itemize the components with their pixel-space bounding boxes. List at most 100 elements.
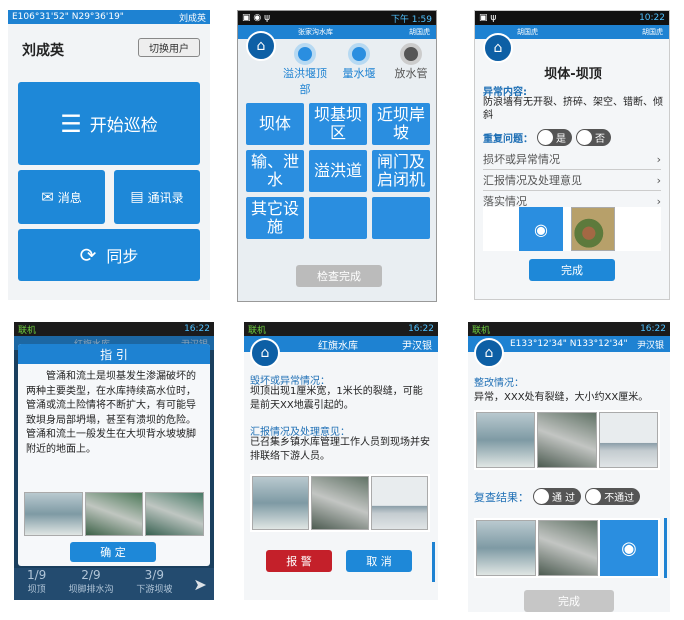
status-time: 16:22 <box>184 324 210 334</box>
photo-thumbnail[interactable] <box>145 492 205 536</box>
report-text: 已召集乡镇水库管理工作人员到现场并安排联络下游人员。 <box>250 437 430 462</box>
weir-icon <box>348 43 370 65</box>
cancel-button[interactable]: 取 消 <box>346 550 412 572</box>
status-connection: 联机 <box>472 325 491 336</box>
camera-icon: ◉ <box>621 537 637 559</box>
tab-outlet-pipe[interactable]: 放水管 <box>386 43 436 81</box>
nav-item-crest[interactable]: 1/9 坝顶 <box>14 568 59 600</box>
home-button[interactable]: ⌂ <box>250 338 280 368</box>
photo-thumbnail[interactable] <box>537 412 597 468</box>
tile-empty[interactable] <box>372 197 430 239</box>
camera-button[interactable]: ◉ <box>519 207 563 251</box>
chevron-right-icon: › <box>656 173 661 187</box>
no-toggle[interactable]: 否 <box>576 129 611 146</box>
photo-thumbnail[interactable] <box>24 492 83 536</box>
messages-label: 消息 <box>57 190 82 205</box>
dialog-text: 管涌和流土是坝基发生渗漏破坏的两种主要类型，在水库持续高水位时，管涌或流土险情将… <box>26 371 196 455</box>
home-button[interactable]: ⌂ <box>483 33 513 63</box>
tile-near-bank[interactable]: 近坝岸坡 <box>372 103 430 145</box>
start-inspection-button[interactable]: ☰ 开始巡检 <box>18 82 200 165</box>
fail-label: 不通过 <box>604 493 635 504</box>
row-damage[interactable]: 损坏或异常情况 › <box>483 149 661 170</box>
user-label: 尹汉银 <box>636 340 664 351</box>
confirm-button[interactable]: 确 定 <box>70 542 156 562</box>
user-label: 胡国虎 <box>409 28 430 36</box>
photo-thumbnail[interactable] <box>598 412 658 468</box>
nav-num: 2/9 <box>81 568 101 582</box>
row-label: 汇报情况及处理意见 <box>483 174 582 187</box>
panel-login-home: E106°31'52" N29°36'19" 刘成英 刘成英 切换用户 ☰ 开始巡检… <box>8 10 210 300</box>
tab-weir[interactable]: 量水堰 <box>334 43 384 81</box>
photo-thumbnail[interactable] <box>476 412 536 468</box>
panel-inspection-menu: ▣ ◉ ψ 下午 1:59 张家沟水库 胡国虎 ⌂ 溢洪堰顶部 量水堰 放水管 坝体… <box>237 10 437 302</box>
photo-thumbnail[interactable] <box>252 476 310 530</box>
app-title: 红旗水库 <box>318 340 358 352</box>
tab-label: 溢洪堰顶部 <box>283 67 327 96</box>
fail-toggle[interactable]: 不通过 <box>585 488 641 505</box>
camera-button[interactable]: ◉ <box>600 520 658 576</box>
alarm-button[interactable]: 报 警 <box>266 550 332 572</box>
done-button[interactable]: 完成 <box>529 259 615 281</box>
tile-spillway[interactable]: 溢洪道 <box>309 150 367 192</box>
yes-toggle[interactable]: 是 <box>537 129 572 146</box>
tile-empty[interactable] <box>309 197 367 239</box>
detail-rows: 损坏或异常情况 › 汇报情况及处理意见 › 落实情况 › <box>483 149 661 212</box>
abnormal-text: 防浪墙有无开裂、挤碎、架空、错断、倾斜 <box>483 97 663 121</box>
photo-thumbnail[interactable] <box>571 207 615 251</box>
tile-dam-body[interactable]: 坝体 <box>246 103 304 145</box>
photo-thumbnail[interactable] <box>476 520 536 576</box>
status-connection: 联机 <box>18 325 37 336</box>
tile-dam-foundation[interactable]: 坝基坝区 <box>309 103 367 145</box>
tile-gate[interactable]: 闸门及启闭机 <box>372 150 430 192</box>
switch-user-button[interactable]: 切换用户 <box>138 38 200 57</box>
recheck-result: 复查结果： 通 过 不通过 <box>474 488 641 505</box>
scrollbar[interactable] <box>432 542 435 582</box>
toggle-knob <box>538 130 553 145</box>
nav-item-slope[interactable]: 3/9 下游坝坡 <box>123 568 186 600</box>
nav-item-drain[interactable]: 2/9 坝脚排水沟 <box>59 568 122 600</box>
home-icon: ⌂ <box>484 345 494 361</box>
nav-num: 3/9 <box>144 568 164 582</box>
photo-thumbnail[interactable] <box>538 520 598 576</box>
panel-alarm-report: 联机 16:22 红旗水库 尹汉银 ⌂ 毁坏或异常情况： 坝顶出现1厘米宽，1米长的… <box>244 322 438 600</box>
spillway-icon <box>294 43 316 65</box>
bottom-nav: 1/9 坝顶 2/9 坝脚排水沟 3/9 下游坝坡 ➤ <box>14 568 214 600</box>
status-time: 16:22 <box>640 324 666 334</box>
photo-thumbnail[interactable] <box>370 476 428 530</box>
photo-thumbnail[interactable] <box>84 492 144 536</box>
tile-grid: 坝体 坝基坝区 近坝岸坡 输、泄水 溢洪道 闸门及启闭机 其它设施 <box>246 103 430 239</box>
recheck-label: 复查结果： <box>474 490 529 504</box>
yes-label: 是 <box>556 134 566 145</box>
status-bar: ▣ ψ 10:22 <box>475 11 669 25</box>
status-time: 下午 1:59 <box>390 14 432 25</box>
tile-other[interactable]: 其它设施 <box>246 197 304 239</box>
user-name: 刘成英 <box>22 43 64 59</box>
recheck-photo-strip: ◉ <box>474 518 660 578</box>
no-label: 否 <box>595 134 605 145</box>
messages-button[interactable]: ✉ 消息 <box>18 170 105 224</box>
tile-outlet[interactable]: 输、泄水 <box>246 150 304 192</box>
scrollbar[interactable] <box>664 518 667 578</box>
check-done-button[interactable]: 检查完成 <box>296 265 382 287</box>
nav-label: 坝顶 <box>27 585 46 595</box>
arrow-right-icon: ➤ <box>193 574 207 594</box>
app-title: 胡国虎 <box>517 28 538 36</box>
home-button[interactable]: ⌂ <box>474 338 504 368</box>
row-label: 损坏或异常情况 <box>483 153 560 166</box>
sync-button[interactable]: ⟳ 同步 <box>18 229 200 281</box>
pass-toggle[interactable]: 通 过 <box>533 488 582 505</box>
photo-thumbnail[interactable] <box>311 476 369 530</box>
photo-area: ◉ <box>483 207 661 251</box>
contacts-button[interactable]: ▤ 通讯录 <box>114 170 200 224</box>
toggle-knob <box>586 489 602 504</box>
guide-dialog: 指 引 管涌和流土是坝基发生渗漏破坏的两种主要类型，在水库持续高水位时，管涌或流… <box>18 344 210 566</box>
panel-guide-dialog: 联机16:22 红旗水库尹汉银 指 引 管涌和流土是坝基发生渗漏破坏的两种主要类… <box>14 322 214 600</box>
status-connection: 联机 <box>248 325 267 336</box>
user-label: 胡国虎 <box>642 28 663 36</box>
coords-text: E133°12'34" N133°12'34" <box>510 339 628 349</box>
status-user: 刘成英 <box>178 13 206 24</box>
tab-spillway-top[interactable]: 溢洪堰顶部 <box>280 43 330 97</box>
done-button[interactable]: 完成 <box>524 590 614 612</box>
next-arrow-button[interactable]: ➤ <box>186 568 214 600</box>
row-report[interactable]: 汇报情况及处理意见 › <box>483 170 661 191</box>
